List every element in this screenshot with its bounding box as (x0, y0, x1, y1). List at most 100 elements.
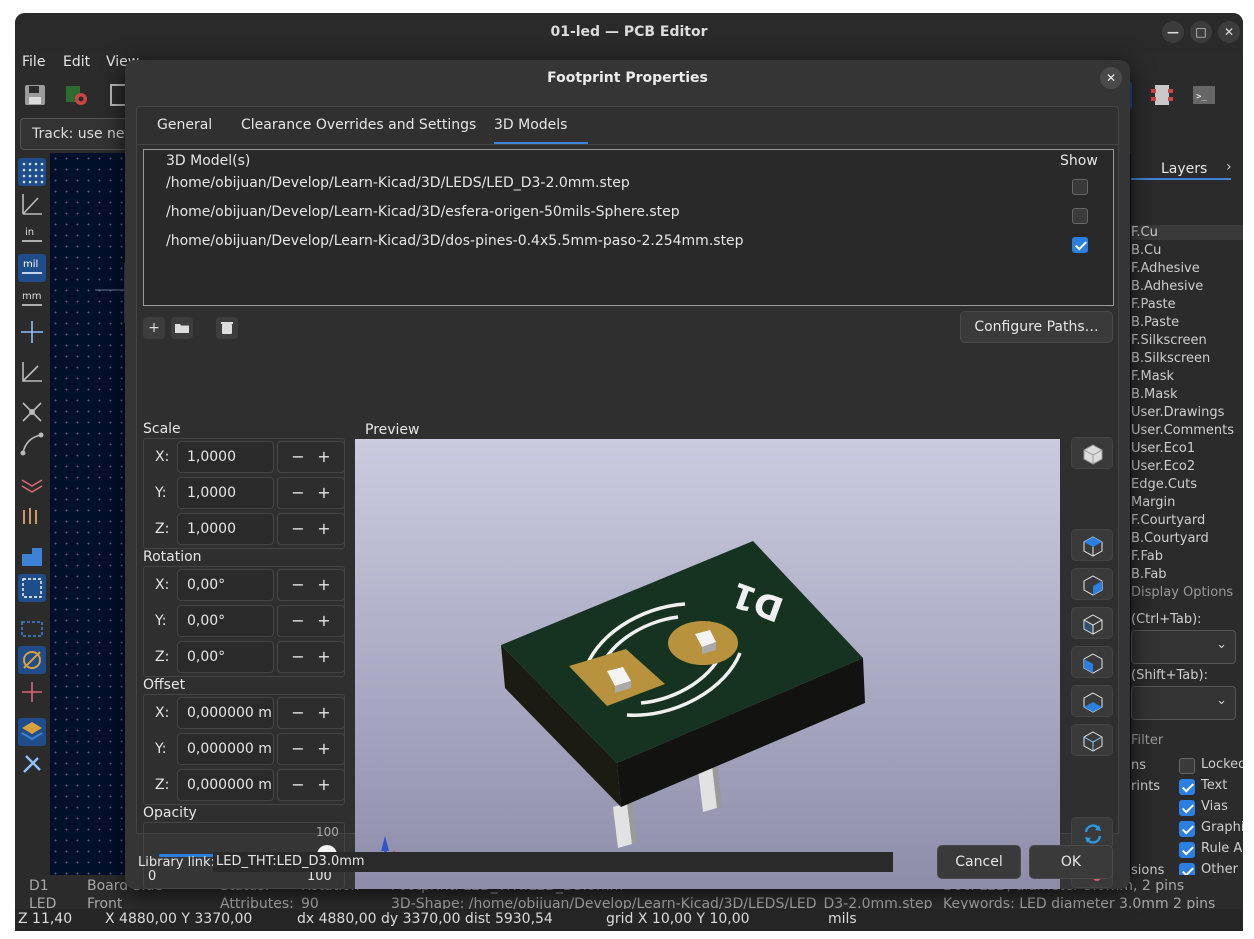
minimize-icon[interactable]: — (1162, 21, 1184, 43)
grid-toggle-icon[interactable] (18, 158, 46, 186)
scale-x-input[interactable]: 1,0000 (177, 441, 274, 473)
scale-y-input[interactable]: 1,0000 (177, 477, 274, 509)
3d-preview-viewport[interactable]: D1 (355, 439, 1060, 889)
show-model-checkbox[interactable] (1072, 179, 1088, 195)
chevron-right-icon[interactable]: › (1226, 159, 1232, 175)
units-mm-icon[interactable]: mm (18, 286, 46, 314)
layer-item[interactable]: F.Fab (1131, 549, 1163, 564)
track-width-selector[interactable]: Track: use net (20, 118, 140, 150)
cancel-button[interactable]: Cancel (937, 845, 1021, 879)
filter-checkbox[interactable] (1179, 842, 1195, 858)
layers-tab[interactable]: Layers (1161, 161, 1207, 177)
model-path[interactable]: /home/obijuan/Develop/Learn-Kicad/3D/dos… (166, 233, 744, 249)
scale-z-stepper[interactable]: − + (277, 513, 345, 545)
rotation-x-stepper[interactable]: − + (277, 569, 345, 601)
view-reload-button[interactable] (1071, 437, 1113, 469)
filter-checkbox[interactable] (1179, 779, 1195, 795)
ctrl-tab-dropdown[interactable]: ⌄ (1131, 630, 1236, 664)
view-left-button[interactable] (1071, 646, 1113, 678)
cursor-style-icon[interactable] (18, 318, 46, 346)
view-top-button[interactable] (1071, 529, 1113, 561)
layer-item[interactable]: B.Mask (1131, 387, 1178, 402)
zone-display-icon[interactable] (18, 470, 46, 498)
model-path[interactable]: /home/obijuan/Develop/Learn-Kicad/3D/LED… (166, 175, 630, 191)
rotation-z-stepper[interactable]: − + (277, 641, 345, 673)
track-outline-icon[interactable] (18, 574, 46, 602)
configure-paths-button[interactable]: Configure Paths… (960, 311, 1113, 343)
rotation-x-input[interactable]: 0,00° (177, 569, 274, 601)
layer-item[interactable]: B.Cu (1131, 243, 1161, 258)
offset-x-stepper[interactable]: − + (277, 697, 345, 729)
view-right-button[interactable] (1071, 607, 1113, 639)
scale-x-stepper[interactable]: − + (277, 441, 345, 473)
opacity-current-value: 100 (316, 825, 339, 839)
view-bottom-button[interactable] (1071, 685, 1113, 717)
scale-z-input[interactable]: 1,0000 (177, 513, 274, 545)
view-front-button[interactable] (1071, 568, 1113, 600)
tab-3d-models[interactable]: 3D Models (494, 117, 567, 133)
ratsnest-icon[interactable] (18, 398, 46, 426)
layer-item[interactable]: B.Adhesive (1131, 279, 1203, 294)
offset-z-stepper[interactable]: − + (277, 769, 345, 801)
layer-item[interactable]: F.Silkscreen (1131, 333, 1207, 348)
close-window-icon[interactable]: ✕ (1218, 21, 1240, 43)
scripting-console-icon[interactable]: >_ (1190, 81, 1218, 109)
show-model-checkbox[interactable] (1072, 237, 1088, 253)
offset-z-input[interactable]: 0,000000 mi (177, 769, 274, 801)
layer-item[interactable]: F.Adhesive (1131, 261, 1200, 276)
filter-checkbox[interactable] (1179, 800, 1195, 816)
layer-item[interactable]: User.Eco2 (1131, 459, 1195, 474)
tab-general[interactable]: General (157, 117, 212, 133)
layer-manager-icon[interactable] (18, 718, 46, 746)
layer-item[interactable]: B.Courtyard (1131, 531, 1209, 546)
layer-item[interactable]: F.Mask (1131, 369, 1174, 384)
properties-tools-icon[interactable] (18, 750, 46, 778)
layer-item[interactable]: F.Courtyard (1131, 513, 1205, 528)
via-display-icon[interactable] (18, 542, 46, 570)
layer-item[interactable]: Edge.Cuts (1131, 477, 1197, 492)
scale-y-stepper[interactable]: − + (277, 477, 345, 509)
units-mil-icon[interactable]: mil (18, 254, 46, 282)
polar-coords-icon[interactable] (18, 190, 46, 218)
rotation-y-stepper[interactable]: − + (277, 605, 345, 637)
board-setup-icon[interactable] (63, 81, 91, 109)
offset-y-stepper[interactable]: − + (277, 733, 345, 765)
layer-item[interactable]: B.Paste (1131, 315, 1179, 330)
layer-item[interactable]: F.Paste (1131, 297, 1176, 312)
tab-clearance-overrides[interactable]: Clearance Overrides and Settings (241, 117, 476, 133)
browse-folder-button[interactable] (171, 317, 193, 339)
offset-x-input[interactable]: 0,000000 mi (177, 697, 274, 729)
rotation-y-input[interactable]: 0,00° (177, 605, 274, 637)
footprint-editor-icon[interactable] (1148, 81, 1176, 109)
layer-item[interactable]: User.Eco1 (1131, 441, 1195, 456)
layer-item[interactable]: F.Cu (1131, 225, 1243, 240)
menu-file[interactable]: File (22, 54, 45, 70)
add-model-button[interactable]: + (143, 317, 165, 339)
view-back-button[interactable] (1071, 724, 1113, 756)
units-inch-icon[interactable]: in (18, 222, 46, 250)
layer-item[interactable]: B.Fab (1131, 567, 1167, 582)
pad-display-icon[interactable] (18, 502, 46, 530)
maximize-icon[interactable]: □ (1190, 21, 1212, 43)
filter-checkbox[interactable] (1179, 758, 1195, 774)
model-path[interactable]: /home/obijuan/Develop/Learn-Kicad/3D/esf… (166, 204, 680, 220)
shift-tab-dropdown[interactable]: ⌄ (1131, 686, 1236, 720)
layer-item[interactable]: B.Silkscreen (1131, 351, 1210, 366)
ok-button[interactable]: OK (1029, 845, 1113, 879)
measure-icon[interactable] (18, 358, 46, 386)
offset-y-input[interactable]: 0,000000 mi (177, 733, 274, 765)
layer-item[interactable]: Margin (1131, 495, 1175, 510)
outline-mode-icon[interactable] (18, 614, 46, 642)
contrast-mode-icon[interactable] (18, 646, 46, 674)
layer-item[interactable]: User.Drawings (1131, 405, 1224, 420)
save-icon[interactable] (21, 81, 49, 109)
filter-checkbox[interactable] (1179, 821, 1195, 837)
menu-edit[interactable]: Edit (63, 54, 90, 70)
curved-ratsnest-icon[interactable] (18, 430, 46, 458)
delete-model-button[interactable] (216, 317, 238, 339)
layer-item[interactable]: User.Comments (1131, 423, 1234, 438)
rotation-z-input[interactable]: 0,00° (177, 641, 274, 673)
show-model-checkbox[interactable] (1072, 208, 1088, 224)
net-inspector-icon[interactable] (18, 678, 46, 706)
close-icon[interactable]: ✕ (1100, 67, 1122, 89)
